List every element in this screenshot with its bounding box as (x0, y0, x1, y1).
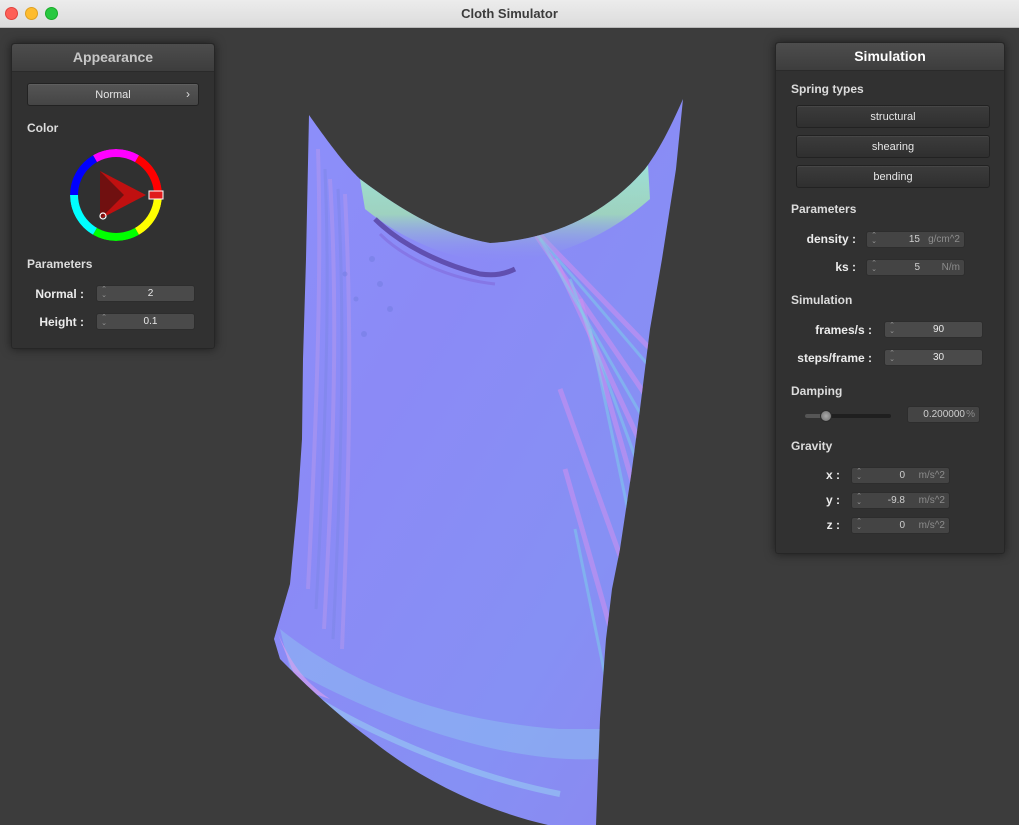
stepper-icon[interactable]: ⌃ ⌄ (871, 232, 877, 246)
gravity-z-label: z : (826, 518, 840, 532)
normal-label: Normal : (35, 287, 84, 301)
damping-slider[interactable] (805, 410, 891, 422)
steps-per-frame-label: steps/frame : (797, 351, 872, 365)
stepper-icon[interactable]: ⌃ ⌄ (856, 493, 862, 507)
height-input[interactable]: ⌃ ⌄ 0.1 (96, 313, 195, 330)
appearance-panel: Appearance Normal › Color Parameters Nor… (11, 43, 215, 349)
render-viewport[interactable]: Appearance Normal › Color Parameters Nor… (0, 29, 1019, 825)
damping-value-box[interactable]: 0.200000 % (907, 406, 980, 423)
simulation-parameters-title: Parameters (791, 202, 857, 216)
simulation-panel-header[interactable]: Simulation (776, 43, 1004, 71)
damping-slider-knob[interactable] (819, 410, 832, 422)
gravity-z-unit: m/s^2 (918, 520, 945, 531)
damping-section-title: Damping (791, 384, 843, 398)
bending-toggle-button[interactable]: bending (796, 165, 990, 188)
window-title: Cloth Simulator (461, 6, 558, 21)
gravity-z-input[interactable]: ⌃ ⌄ 0 m/s^2 (851, 517, 950, 534)
stepper-icon[interactable]: ⌃ ⌄ (889, 350, 895, 364)
gravity-y-input[interactable]: ⌃ ⌄ -9.8 m/s^2 (851, 492, 950, 509)
frames-per-second-label: frames/s : (815, 323, 872, 337)
gravity-y-label: y : (825, 493, 840, 507)
gravity-section-title: Gravity (791, 439, 833, 453)
title-bar: Cloth Simulator (0, 0, 1019, 28)
frames-per-second-input[interactable]: ⌃ ⌄ 90 (884, 321, 983, 338)
gravity-x-unit: m/s^2 (918, 470, 945, 481)
chevron-right-icon: › (186, 87, 190, 101)
color-section-title: Color (27, 121, 59, 135)
stepper-icon[interactable]: ⌃ ⌄ (856, 518, 862, 532)
color-wheel[interactable] (68, 147, 164, 243)
damping-unit: % (966, 409, 975, 420)
stepper-icon[interactable]: ⌃ ⌄ (856, 468, 862, 482)
appearance-parameters-title: Parameters (27, 257, 93, 271)
normal-input[interactable]: ⌃ ⌄ 2 (96, 285, 195, 302)
shader-select-label: Normal (95, 89, 131, 101)
spring-types-title: Spring types (791, 82, 864, 96)
density-unit: g/cm^2 (928, 234, 960, 245)
steps-per-frame-input[interactable]: ⌃ ⌄ 30 (884, 349, 983, 366)
simulation-panel: Simulation Spring types structural shear… (775, 42, 1005, 554)
simulation-section-title: Simulation (791, 293, 853, 307)
gravity-x-label: x : (825, 468, 840, 482)
density-label: density : (806, 232, 856, 246)
stepper-icon[interactable]: ⌃ ⌄ (889, 322, 895, 336)
structural-toggle-button[interactable]: structural (796, 105, 990, 128)
ks-input[interactable]: ⌃ ⌄ 5 N/m (866, 259, 965, 276)
ks-label: ks : (835, 260, 856, 274)
height-label: Height : (39, 315, 84, 329)
gravity-x-input[interactable]: ⌃ ⌄ 0 m/s^2 (851, 467, 950, 484)
stepper-icon[interactable]: ⌃ ⌄ (101, 314, 107, 328)
stepper-icon[interactable]: ⌃ ⌄ (871, 260, 877, 274)
shearing-toggle-button[interactable]: shearing (796, 135, 990, 158)
density-input[interactable]: ⌃ ⌄ 15 g/cm^2 (866, 231, 965, 248)
gravity-y-unit: m/s^2 (918, 495, 945, 506)
stepper-icon[interactable]: ⌃ ⌄ (101, 286, 107, 300)
appearance-panel-header[interactable]: Appearance (12, 44, 214, 72)
shader-select-button[interactable]: Normal › (27, 83, 199, 106)
ks-unit: N/m (941, 262, 960, 273)
